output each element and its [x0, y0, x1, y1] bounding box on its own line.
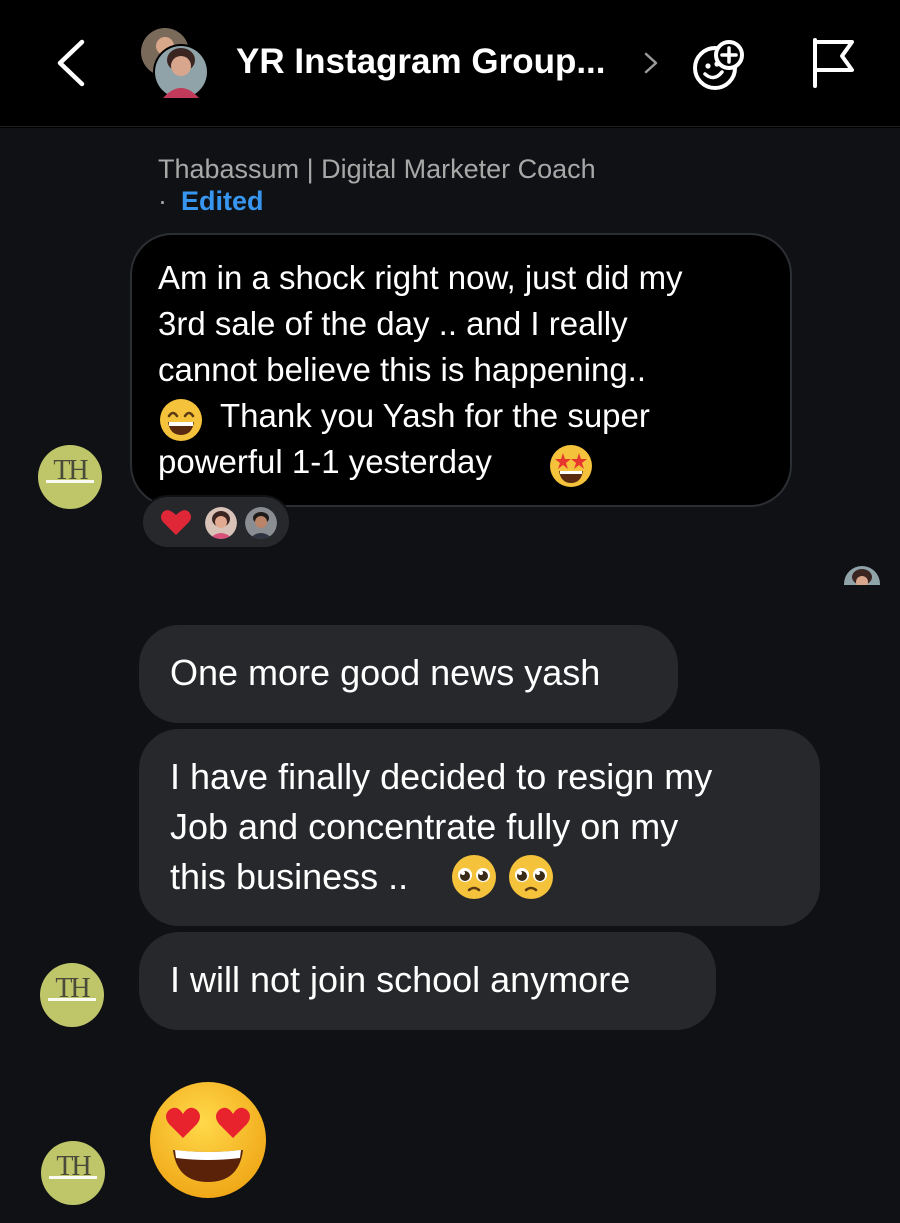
sender-separator: · [158, 186, 167, 216]
seen-avatar [844, 566, 880, 585]
chevron-left-icon[interactable] [52, 38, 92, 88]
chat-header: YR Instagram Group... [0, 0, 900, 127]
pleading-face-emoji [509, 855, 553, 899]
sticker-add-icon[interactable] [690, 38, 746, 92]
edited-label[interactable]: Edited [181, 186, 264, 217]
reactor-avatar [245, 507, 277, 539]
pleading-face-emoji [452, 855, 496, 899]
message-line: Am in a shock right now, just did my [158, 259, 683, 296]
group-avatar[interactable] [135, 26, 215, 102]
group-title[interactable]: YR Instagram Group... [236, 42, 606, 82]
sender-avatar[interactable]: TH [38, 445, 102, 509]
message-line: powerful 1-1 yesterday [158, 443, 492, 480]
heart-eyes-emoji[interactable] [147, 1080, 269, 1200]
flag-icon[interactable] [808, 36, 860, 90]
grinning-face-emoji [160, 399, 202, 441]
message-line: this business .. [170, 856, 409, 897]
chevron-right-icon[interactable] [640, 48, 662, 78]
sender-avatar[interactable]: TH [40, 963, 104, 1027]
message-text: I will not join school anymore [170, 959, 631, 1000]
message-line: I have finally decided to resign my [170, 756, 713, 797]
heart-icon [161, 510, 191, 535]
reactor-avatar [205, 507, 237, 539]
sender-name[interactable]: Thabassum | Digital Marketer Coach [158, 154, 596, 185]
message-line: cannot believe this is happening.. [158, 351, 647, 388]
message-line: 3rd sale of the day .. and I really [158, 305, 628, 342]
message-text: One more good news yash [170, 652, 601, 693]
reactions-pill[interactable] [141, 495, 291, 549]
sender-avatar[interactable]: TH [41, 1141, 105, 1205]
message-line: Thank you Yash for the super [220, 397, 650, 434]
message-line: Job and concentrate fully on my [170, 806, 679, 847]
star-struck-emoji [550, 445, 592, 487]
